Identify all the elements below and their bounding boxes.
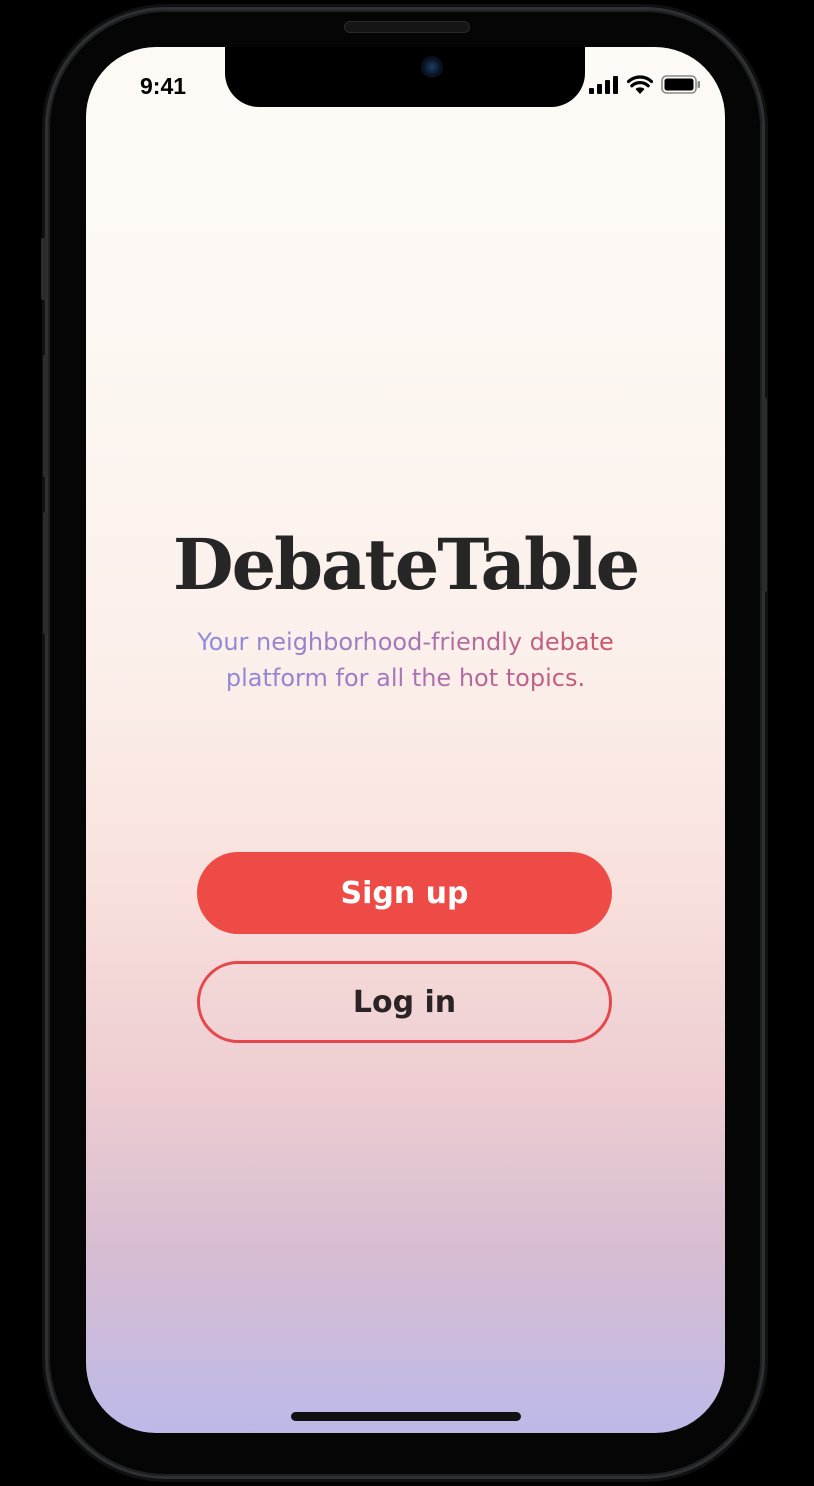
status-icons	[589, 75, 701, 94]
status-time: 9:41	[140, 73, 187, 99]
battery-icon	[661, 75, 700, 94]
volume-down-button	[43, 512, 48, 634]
app-screen: 9:41 DebateTable Your neighborhood-frien…	[86, 47, 725, 1433]
wifi-icon	[627, 75, 653, 94]
cellular-signal-icon	[589, 75, 618, 94]
front-camera-icon	[421, 56, 443, 78]
home-indicator[interactable]	[291, 1412, 521, 1421]
power-button	[762, 398, 767, 592]
camera-notch	[225, 47, 585, 107]
volume-up-button	[43, 355, 48, 477]
app-tagline: Your neighborhood-friendly debate platfo…	[166, 624, 645, 696]
login-button[interactable]: Log in	[197, 961, 612, 1043]
signup-button[interactable]: Sign up	[197, 852, 612, 934]
earpiece-speaker	[344, 21, 470, 33]
app-title: DebateTable	[172, 523, 640, 606]
mute-switch	[41, 238, 47, 300]
